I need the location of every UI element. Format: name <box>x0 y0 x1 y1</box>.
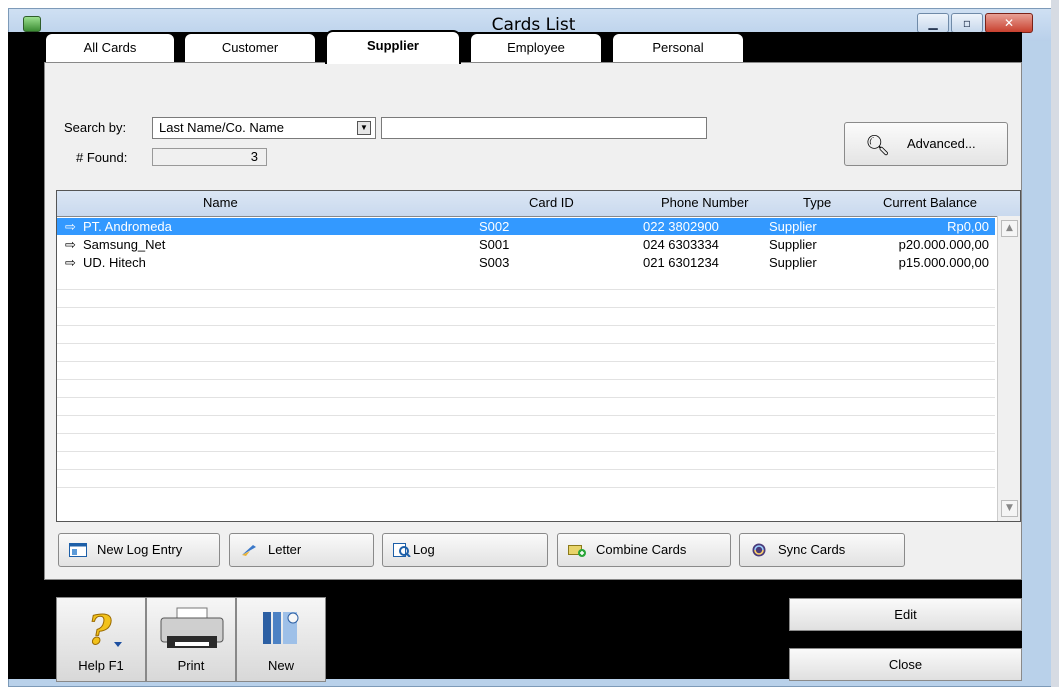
close-icon: ✕ <box>1003 16 1015 30</box>
new-button[interactable]: New <box>236 597 326 682</box>
cards-grid: Name Card ID Phone Number Type Current B… <box>56 190 1021 522</box>
help-button[interactable]: ? Help F1 <box>56 597 146 682</box>
vertical-scrollbar[interactable]: ▲ ▼ <box>997 216 1020 521</box>
grid-line <box>57 487 995 488</box>
svg-text:?: ? <box>88 608 112 650</box>
tab-customer[interactable]: Customer <box>183 32 317 62</box>
row-arrow-icon: ⇨ <box>65 237 76 252</box>
search-input[interactable] <box>381 117 707 139</box>
grid-header: Name Card ID Phone Number Type Current B… <box>57 191 1020 217</box>
scroll-down-icon[interactable]: ▼ <box>1001 500 1018 517</box>
cell-type: Supplier <box>769 219 817 234</box>
log-icon <box>393 543 411 557</box>
tab-personal[interactable]: Personal <box>611 32 745 62</box>
letter-label: Letter <box>268 542 302 557</box>
grid-line <box>57 307 995 308</box>
grid-line <box>57 469 995 470</box>
new-label: New <box>267 658 294 673</box>
found-label: # Found: <box>76 150 128 165</box>
cell-phone: 024 6303334 <box>643 237 719 252</box>
grid-line <box>57 451 995 452</box>
grid-line <box>57 361 995 362</box>
cell-card-id: S003 <box>479 255 510 270</box>
log-window-icon <box>69 543 87 557</box>
maximize-icon: ▫ <box>962 16 972 30</box>
tab-label: Customer <box>221 40 279 55</box>
cell-card-id: S002 <box>479 219 510 234</box>
close-window-button[interactable]: ✕ <box>985 13 1033 33</box>
log-label: Log <box>413 542 435 557</box>
print-label: Print <box>177 658 205 673</box>
advanced-label: Advanced... <box>907 136 976 151</box>
col-card-id[interactable]: Card ID <box>529 195 574 210</box>
col-balance[interactable]: Current Balance <box>883 195 977 210</box>
cell-balance: p20.000.000,00 <box>898 237 989 252</box>
grid-line <box>57 397 995 398</box>
help-icon: ? <box>88 608 122 650</box>
cell-name: Samsung_Net <box>83 237 166 252</box>
search-by-label: Search by: <box>64 120 127 135</box>
new-log-entry-label: New Log Entry <box>97 542 183 557</box>
cell-type: Supplier <box>769 237 817 252</box>
col-type[interactable]: Type <box>803 195 831 210</box>
cell-name: PT. Andromeda <box>83 219 172 234</box>
sync-cards-label: Sync Cards <box>778 542 846 557</box>
tab-supplier[interactable]: Supplier <box>325 30 461 64</box>
maximize-button[interactable]: ▫ <box>951 13 983 33</box>
grid-line <box>57 289 995 290</box>
cell-card-id: S001 <box>479 237 510 252</box>
row-arrow-icon: ⇨ <box>65 255 76 270</box>
desktop-edge <box>1051 0 1059 687</box>
grid-line <box>57 433 995 434</box>
magnifier-icon: 🔍︎ <box>865 135 891 157</box>
scroll-up-icon[interactable]: ▲ <box>1001 220 1018 237</box>
minimize-button[interactable]: ▁ <box>917 13 949 33</box>
tab-label: All Cards <box>83 40 137 55</box>
cell-name: UD. Hitech <box>83 255 146 270</box>
sync-cards-button[interactable]: Sync Cards <box>739 533 905 567</box>
minimize-icon: ▁ <box>928 16 938 30</box>
cell-phone: 022 3802900 <box>643 219 719 234</box>
cell-type: Supplier <box>769 255 817 270</box>
grid-line <box>57 325 995 326</box>
search-by-value: Last Name/Co. Name <box>159 120 284 135</box>
tab-employee[interactable]: Employee <box>469 32 603 62</box>
letter-icon <box>242 545 256 556</box>
combine-cards-icon <box>568 545 586 557</box>
tab-all-cards[interactable]: All Cards <box>44 32 176 62</box>
new-card-icon <box>263 612 299 644</box>
help-label: Help F1 <box>78 658 124 673</box>
new-log-entry-button[interactable]: New Log Entry <box>58 533 220 567</box>
grid-line <box>57 343 995 344</box>
cell-phone: 021 6301234 <box>643 255 719 270</box>
found-count: 3 <box>152 148 267 166</box>
table-row[interactable]: ⇨ UD. Hitech S003 021 6301234 Supplier p… <box>57 254 995 271</box>
combine-cards-label: Combine Cards <box>596 542 687 557</box>
advanced-button[interactable]: 🔍︎ Advanced... <box>844 122 1008 166</box>
combine-cards-button[interactable]: Combine Cards <box>557 533 731 567</box>
col-phone[interactable]: Phone Number <box>661 195 748 210</box>
row-arrow-icon: ⇨ <box>65 219 76 234</box>
edit-button[interactable]: Edit <box>789 598 1022 631</box>
tab-label: Supplier <box>366 38 419 53</box>
grid-line <box>57 415 995 416</box>
print-button[interactable]: Print <box>146 597 236 682</box>
cell-balance: p15.000.000,00 <box>898 255 989 270</box>
table-row[interactable]: ⇨ Samsung_Net S001 024 6303334 Supplier … <box>57 236 995 253</box>
tab-label: Personal <box>652 40 704 55</box>
search-by-select[interactable]: Last Name/Co. Name ▼ <box>152 117 376 139</box>
printer-icon <box>160 607 224 648</box>
letter-button[interactable]: Letter <box>229 533 374 567</box>
grid-line <box>57 379 995 380</box>
dropdown-arrow-icon[interactable]: ▼ <box>357 121 371 135</box>
close-button[interactable]: Close <box>789 648 1022 681</box>
table-row[interactable]: ⇨ PT. Andromeda S002 022 3802900 Supplie… <box>57 218 995 235</box>
sync-cards-icon <box>752 543 766 557</box>
log-button[interactable]: Log <box>382 533 548 567</box>
cell-balance: Rp0,00 <box>947 219 989 234</box>
col-name[interactable]: Name <box>203 195 238 210</box>
tab-label: Employee <box>507 40 565 55</box>
